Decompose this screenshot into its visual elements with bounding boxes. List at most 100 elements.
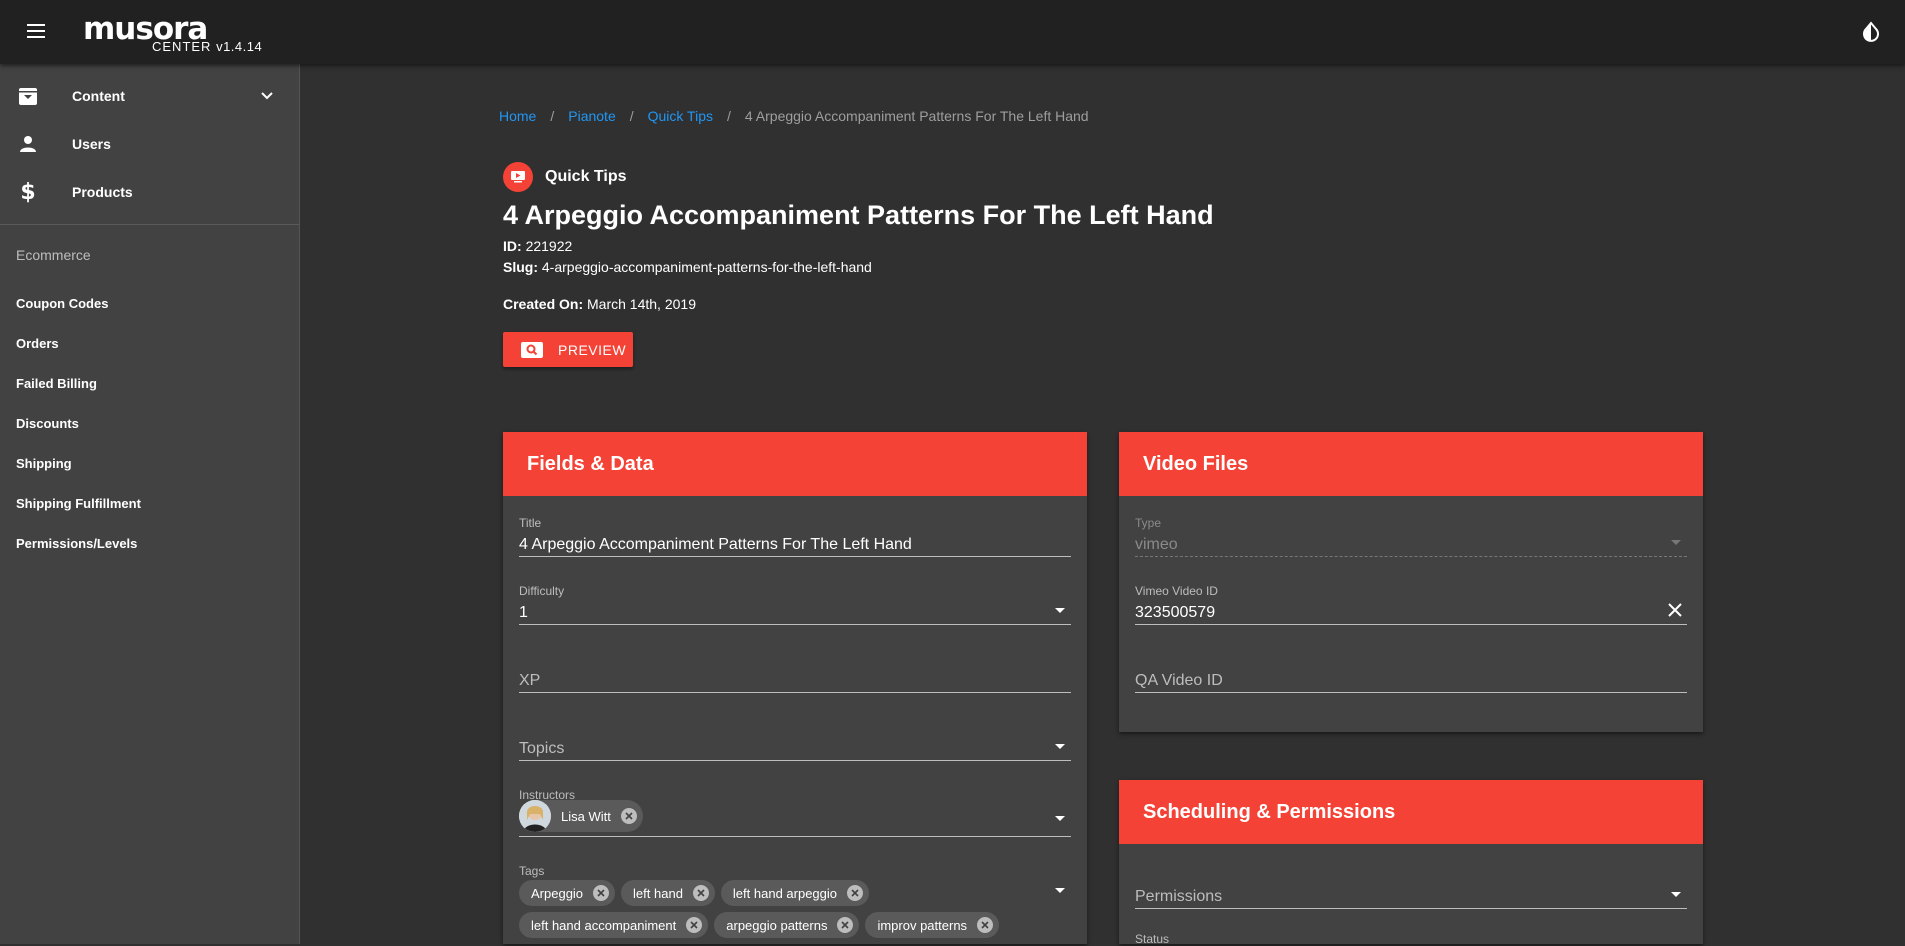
permissions-placeholder: Permissions — [1135, 888, 1223, 905]
fields-data-card: Fields & Data Title 4 Arpeggio Accompani… — [503, 432, 1087, 944]
instructor-chip-container: Lisa Witt — [519, 800, 649, 832]
tag-chip[interactable]: left hand accompaniment — [519, 912, 709, 938]
content-slug-label: Slug: — [503, 259, 538, 275]
tag-chip[interactable]: left hand arpeggio — [720, 880, 870, 906]
dropdown-arrow-icon[interactable] — [1055, 816, 1065, 821]
dropdown-arrow-icon[interactable] — [1055, 744, 1065, 749]
instructor-name: Lisa Witt — [561, 808, 611, 824]
tag-chip-label: arpeggio patterns — [726, 917, 828, 933]
preview-icon — [521, 341, 543, 359]
tag-chip-label: left hand — [633, 885, 683, 901]
sidebar-main-nav: Content Users $ Products — [0, 64, 299, 216]
title-field-label: Title — [519, 516, 542, 530]
content-created-on: Created On: March 14th, 2019 — [503, 296, 696, 312]
instructor-chip[interactable]: Lisa Witt — [519, 800, 643, 832]
sidebar-item-failed-billing[interactable]: Failed Billing — [0, 363, 299, 403]
tags-row: Arpeggio left hand left hand arpeggio — [519, 880, 875, 906]
sidebar: Content Users $ Products Ecommerce Coupo… — [0, 64, 300, 944]
top-app-bar: musora CENTER v1.4.14 — [0, 0, 1905, 64]
video-type-icon — [503, 162, 533, 192]
instructors-select[interactable]: Instructors Lisa Witt — [519, 788, 1071, 837]
tag-chip[interactable]: arpeggio patterns — [714, 912, 860, 938]
sidebar-item-label: Products — [72, 184, 133, 200]
remove-chip-icon[interactable] — [692, 885, 709, 901]
dropdown-arrow-icon[interactable] — [1055, 888, 1065, 893]
tag-chip-label: left hand accompaniment — [531, 917, 677, 933]
chevron-down-icon[interactable] — [255, 84, 279, 108]
tag-chip[interactable]: left hand — [621, 880, 715, 906]
breadcrumb-separator: / — [726, 108, 731, 124]
remove-chip-icon[interactable] — [686, 917, 703, 933]
remove-chip-icon[interactable] — [847, 885, 864, 901]
content-id-value: 221922 — [525, 238, 573, 254]
sidebar-item-content[interactable]: Content — [0, 72, 299, 120]
remove-chip-icon[interactable] — [977, 917, 994, 933]
sidebar-section-header: Ecommerce — [16, 247, 91, 263]
dollar-icon: $ — [20, 179, 36, 205]
permissions-select[interactable]: Permissions — [1135, 868, 1687, 909]
created-on-label: Created On: — [503, 296, 584, 312]
sidebar-item-orders[interactable]: Orders — [0, 323, 299, 363]
main-content: Home / Pianote / Quick Tips / 4 Arpeggio Accom… — [300, 64, 1905, 946]
breadcrumb-separator: / — [629, 108, 634, 124]
scheduling-permissions-card: Scheduling & Permissions Permissions Sta… — [1119, 780, 1703, 946]
sidebar-item-users[interactable]: Users — [0, 120, 299, 168]
sidebar-item-discounts[interactable]: Discounts — [0, 403, 299, 443]
video-type-value: vimeo — [1135, 536, 1178, 553]
xp-placeholder: XP — [519, 672, 541, 689]
tag-chip[interactable]: improv patterns — [865, 912, 1000, 938]
dropdown-arrow-icon[interactable] — [1055, 608, 1065, 613]
qa-video-id-placeholder: QA Video ID — [1135, 672, 1223, 689]
clear-icon[interactable] — [1665, 600, 1685, 620]
page-title: 4 Arpeggio Accompaniment Patterns For Th… — [503, 200, 1214, 230]
content-type-label: Quick Tips — [545, 168, 627, 185]
preview-button[interactable]: PREVIEW — [503, 332, 633, 367]
title-field-value: 4 Arpeggio Accompaniment Patterns For Th… — [519, 536, 912, 553]
remove-chip-icon[interactable] — [620, 808, 637, 824]
sidebar-item-coupon-codes[interactable]: Coupon Codes — [0, 283, 299, 323]
remove-chip-icon[interactable] — [837, 917, 854, 933]
qa-video-id-input[interactable]: QA Video ID — [1135, 652, 1687, 693]
breadcrumb-separator: / — [550, 108, 555, 124]
menu-icon[interactable] — [24, 20, 48, 44]
sidebar-ecommerce-nav: Coupon Codes Orders Failed Billing Disco… — [0, 283, 299, 563]
remove-chip-icon[interactable] — [593, 885, 610, 901]
vimeo-video-id-value: 323500579 — [1135, 604, 1216, 621]
breadcrumb-current: 4 Arpeggio Accompaniment Patterns For Th… — [744, 108, 1089, 124]
preview-button-label: PREVIEW — [558, 341, 627, 358]
difficulty-label: Difficulty — [519, 584, 565, 598]
tags-row: left hand accompaniment arpeggio patterns… — [519, 912, 1005, 938]
sidebar-item-products[interactable]: $ Products — [0, 168, 299, 216]
breadcrumb-quick-tips-link[interactable]: Quick Tips — [648, 108, 713, 124]
title-field[interactable]: Title 4 Arpeggio Accompaniment Patterns … — [519, 516, 1071, 557]
difficulty-select[interactable]: Difficulty 1 — [519, 584, 1071, 625]
dropdown-arrow-icon[interactable] — [1671, 892, 1681, 897]
vimeo-video-id-label: Vimeo Video ID — [1135, 584, 1218, 598]
sidebar-item-shipping-fulfillment[interactable]: Shipping Fulfillment — [0, 483, 299, 523]
vimeo-video-id-input[interactable]: Vimeo Video ID 323500579 — [1135, 584, 1687, 625]
tag-chip[interactable]: Arpeggio — [519, 880, 616, 906]
difficulty-value: 1 — [519, 604, 528, 621]
sidebar-item-label: Content — [72, 88, 125, 104]
topics-select[interactable]: Topics — [519, 720, 1071, 761]
xp-input[interactable]: XP — [519, 652, 1071, 693]
invert-colors-icon[interactable] — [1859, 20, 1883, 44]
breadcrumb-home-link[interactable]: Home — [499, 108, 536, 124]
logo-subtitle: CENTER v1.4.14 — [152, 40, 262, 53]
sidebar-item-permissions-levels[interactable]: Permissions/Levels — [0, 523, 299, 563]
sidebar-item-shipping[interactable]: Shipping — [0, 443, 299, 483]
created-on-value: March 14th, 2019 — [587, 296, 696, 312]
video-files-card: Video Files Type vimeo Vimeo Video ID 32… — [1119, 432, 1703, 732]
tag-chip-label: Arpeggio — [531, 885, 584, 901]
content-id-label: ID: — [503, 238, 522, 254]
dropdown-arrow-icon — [1671, 540, 1681, 545]
tags-select[interactable]: Tags Arpeggio left hand left hand arpeggio… — [519, 864, 1071, 944]
content-type: Quick Tips — [503, 162, 627, 192]
person-icon — [16, 132, 40, 156]
musora-logo[interactable]: musora CENTER v1.4.14 — [83, 14, 262, 54]
archive-icon — [16, 84, 40, 108]
sidebar-divider — [0, 224, 299, 225]
video-type-label: Type — [1135, 516, 1162, 530]
tags-label: Tags — [519, 864, 545, 878]
breadcrumb-pianote-link[interactable]: Pianote — [568, 108, 615, 124]
